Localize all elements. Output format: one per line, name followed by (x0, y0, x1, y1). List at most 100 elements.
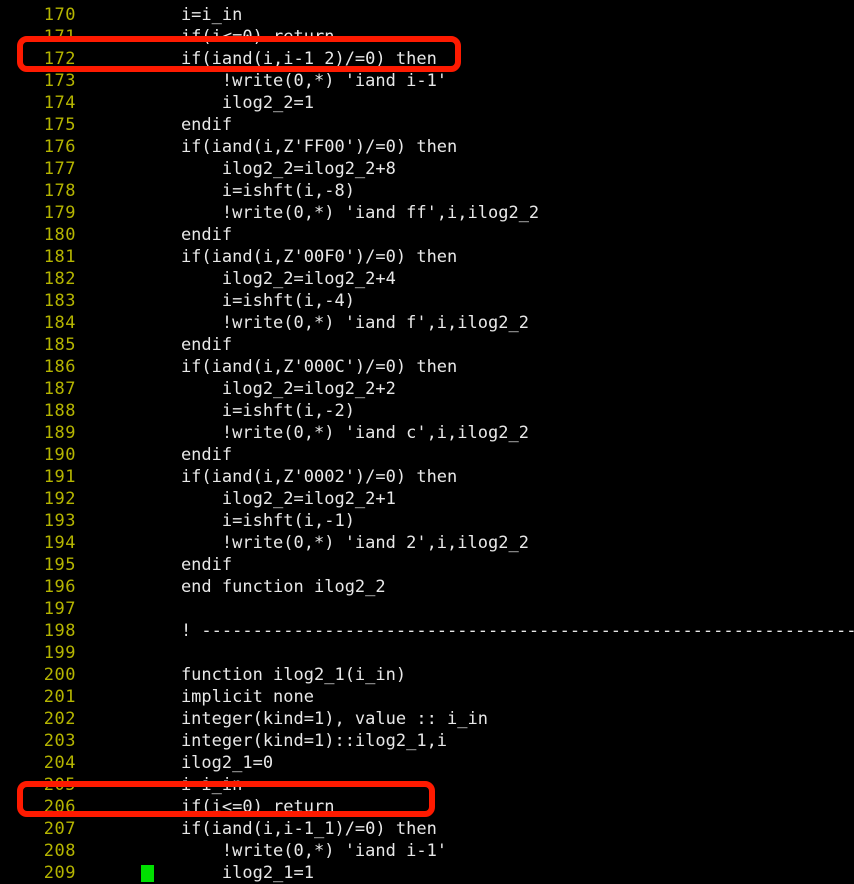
line-text: if(iand(i,Z'0002')/=0) then (140, 467, 458, 487)
line-number: 178 (43, 181, 76, 201)
line-text: i=i_in (140, 5, 243, 25)
line-text: end function ilog2_2 (140, 577, 386, 597)
line-number: 185 (43, 335, 76, 355)
code-line[interactable]: 182 ilog2_2=ilog2_2+4 (0, 268, 854, 290)
line-number: 181 (43, 247, 76, 267)
code-line[interactable]: 171 if(i<=0) return (0, 26, 854, 48)
line-number: 182 (43, 269, 76, 289)
line-number: 188 (43, 401, 76, 421)
code-line[interactable]: 203 integer(kind=1)::ilog2_1,i (0, 730, 854, 752)
text-cursor (141, 865, 154, 882)
code-line[interactable]: 199 (0, 642, 854, 664)
line-text: if(i<=0) return (140, 797, 335, 817)
line-text: endif (140, 445, 233, 465)
code-line[interactable]: 180 endif (0, 224, 854, 246)
line-text: i=ishft(i,-1) (140, 511, 355, 531)
code-line[interactable]: 170 i=i_in (0, 4, 854, 26)
line-number: 171 (43, 27, 76, 47)
line-text: implicit none (140, 687, 314, 707)
code-listing[interactable]: 170 i=i_in 171 if(i<=0) return 172 if(iand… (0, 0, 854, 884)
code-line[interactable]: 184 !write(0,*) 'iand f',i,ilog2_2 (0, 312, 854, 334)
code-line[interactable]: 193 i=ishft(i,-1) (0, 510, 854, 532)
line-number: 197 (43, 599, 76, 619)
code-line[interactable]: 197 (0, 598, 854, 620)
line-text: !write(0,*) 'iand c',i,ilog2_2 (140, 423, 529, 443)
line-number: 189 (43, 423, 76, 443)
line-text: ilog2_1=1 (140, 863, 314, 883)
line-text: if(iand(i,Z'000C')/=0) then (140, 357, 458, 377)
line-number: 192 (43, 489, 76, 509)
code-line[interactable]: 201 implicit none (0, 686, 854, 708)
line-number: 208 (43, 841, 76, 861)
code-line[interactable]: 172 if(iand(i,i-1_2)/=0) then (0, 48, 854, 70)
line-number: 204 (43, 753, 76, 773)
line-number: 186 (43, 357, 76, 377)
line-text: ilog2_1=0 (140, 753, 274, 773)
code-line[interactable]: 209 ilog2_1=1 (0, 862, 854, 884)
code-line[interactable]: 190 endif (0, 444, 854, 466)
line-number: 196 (43, 577, 76, 597)
line-number: 170 (43, 5, 76, 25)
terminal-screen: 170 i=i_in 171 if(i<=0) return 172 if(iand… (0, 0, 854, 883)
code-line[interactable]: 208 !write(0,*) 'iand i-1' (0, 840, 854, 862)
line-text: i=ishft(i,-8) (140, 181, 355, 201)
code-line[interactable]: 178 i=ishft(i,-8) (0, 180, 854, 202)
code-line[interactable]: 174 ilog2_2=1 (0, 92, 854, 114)
line-number: 179 (43, 203, 76, 223)
line-number: 174 (43, 93, 76, 113)
line-text: integer(kind=1), value :: i_in (140, 709, 488, 729)
code-line[interactable]: 177 ilog2_2=ilog2_2+8 (0, 158, 854, 180)
line-text: ilog2_2=ilog2_2+2 (140, 379, 396, 399)
line-number: 187 (43, 379, 76, 399)
line-number: 176 (43, 137, 76, 157)
line-number: 183 (43, 291, 76, 311)
code-line[interactable]: 204 ilog2_1=0 (0, 752, 854, 774)
code-line[interactable]: 200 function ilog2_1(i_in) (0, 664, 854, 686)
line-number: 172 (43, 49, 76, 69)
line-text: i=i_in (140, 775, 243, 795)
line-text: i=ishft(i,-4) (140, 291, 355, 311)
line-number: 199 (43, 643, 76, 663)
line-text: function ilog2_1(i_in) (140, 665, 407, 685)
code-line[interactable]: 183 i=ishft(i,-4) (0, 290, 854, 312)
code-line[interactable]: 194 !write(0,*) 'iand 2',i,ilog2_2 (0, 532, 854, 554)
line-text: !write(0,*) 'iand i-1' (140, 71, 448, 91)
line-text: !write(0,*) 'iand 2',i,ilog2_2 (140, 533, 529, 553)
line-text: if(i<=0) return (140, 27, 335, 47)
line-number: 209 (43, 863, 76, 883)
code-line[interactable]: 196 end function ilog2_2 (0, 576, 854, 598)
line-text: endif (140, 115, 233, 135)
line-number: 180 (43, 225, 76, 245)
code-line[interactable]: 198 ! ----------------------------------… (0, 620, 854, 642)
code-line[interactable]: 192 ilog2_2=ilog2_2+1 (0, 488, 854, 510)
code-line[interactable]: 179 !write(0,*) 'iand ff',i,ilog2_2 (0, 202, 854, 224)
line-text: if(iand(i,i-1_1)/=0) then (140, 819, 437, 839)
code-line[interactable]: 205 i=i_in (0, 774, 854, 796)
code-line[interactable]: 181 if(iand(i,Z'00F0')/=0) then (0, 246, 854, 268)
code-line[interactable]: 176 if(iand(i,Z'FF00')/=0) then (0, 136, 854, 158)
line-number: 200 (43, 665, 76, 685)
code-line[interactable]: 207 if(iand(i,i-1_1)/=0) then (0, 818, 854, 840)
line-text: if(iand(i,i-1_2)/=0) then (140, 49, 437, 69)
code-line[interactable]: 175 endif (0, 114, 854, 136)
line-number: 201 (43, 687, 76, 707)
line-number: 206 (43, 797, 76, 817)
line-text: !write(0,*) 'iand f',i,ilog2_2 (140, 313, 529, 333)
code-line[interactable]: 187 ilog2_2=ilog2_2+2 (0, 378, 854, 400)
line-text: ilog2_2=1 (140, 93, 314, 113)
line-text: integer(kind=1)::ilog2_1,i (140, 731, 448, 751)
line-number: 184 (43, 313, 76, 333)
line-text: ilog2_2=ilog2_2+1 (140, 489, 396, 509)
line-text: !write(0,*) 'iand i-1' (140, 841, 448, 861)
code-line[interactable]: 185 endif (0, 334, 854, 356)
line-number: 191 (43, 467, 76, 487)
code-line[interactable]: 189 !write(0,*) 'iand c',i,ilog2_2 (0, 422, 854, 444)
code-line[interactable]: 202 integer(kind=1), value :: i_in (0, 708, 854, 730)
code-line[interactable]: 206 if(i<=0) return (0, 796, 854, 818)
code-line[interactable]: 191 if(iand(i,Z'0002')/=0) then (0, 466, 854, 488)
code-line[interactable]: 173 !write(0,*) 'iand i-1' (0, 70, 854, 92)
code-line[interactable]: 186 if(iand(i,Z'000C')/=0) then (0, 356, 854, 378)
code-line[interactable]: 195 endif (0, 554, 854, 576)
line-number: 190 (43, 445, 76, 465)
code-line[interactable]: 188 i=ishft(i,-2) (0, 400, 854, 422)
